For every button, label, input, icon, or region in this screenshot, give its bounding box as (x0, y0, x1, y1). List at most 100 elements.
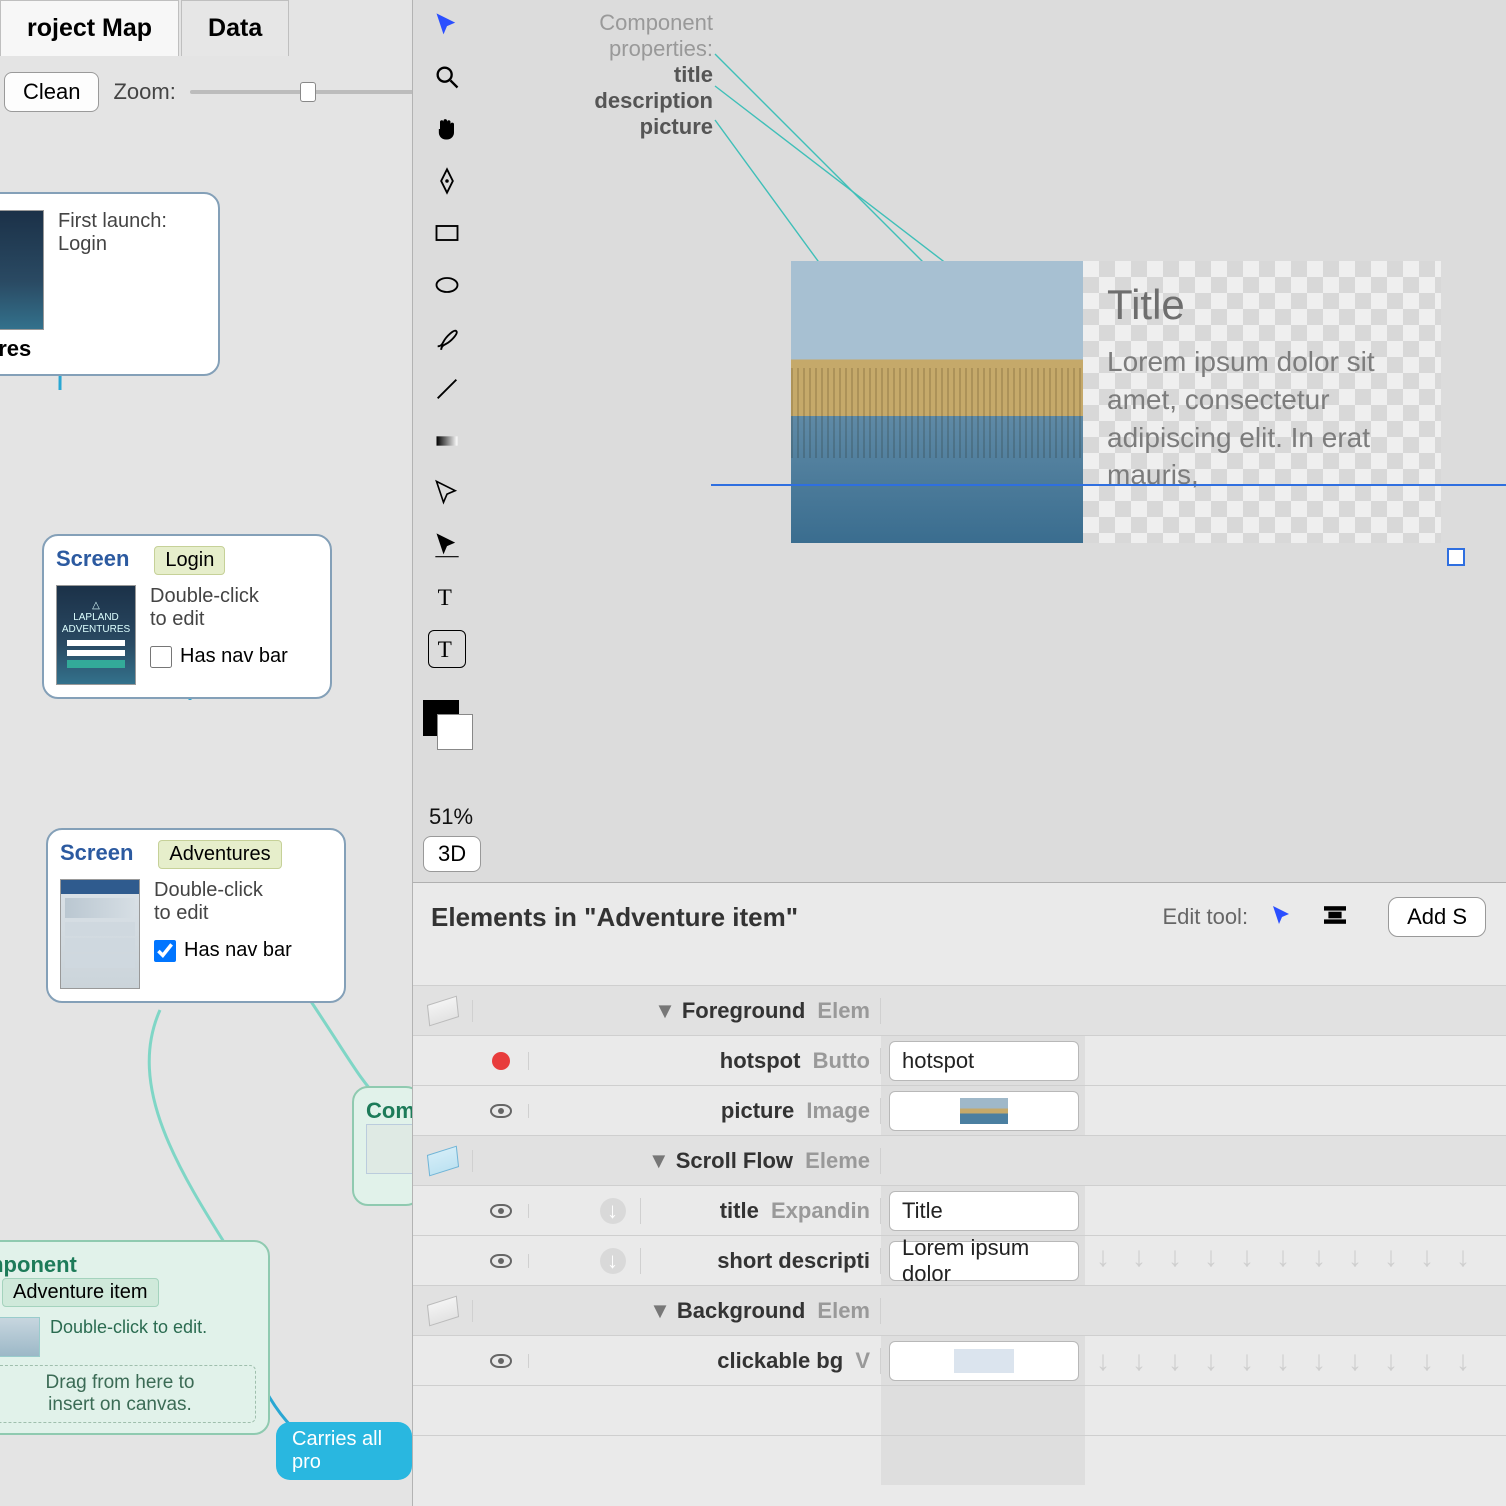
node-hint: Double-click (154, 879, 292, 902)
first-launch-label: First launch: (58, 210, 167, 233)
node-adventure-item[interactable]: mponent Adventure item Double-click to e… (0, 1240, 270, 1435)
checkbox-icon[interactable] (154, 940, 176, 962)
edit-tool-cursor-icon[interactable] (1268, 904, 1300, 930)
section-label: Background (677, 1298, 805, 1323)
bg-swatch-icon (954, 1349, 1014, 1373)
add-state-button[interactable]: Add S (1388, 897, 1486, 937)
rect-tool-icon[interactable] (428, 214, 466, 252)
zoom-slider[interactable] (190, 90, 440, 94)
selection-handle[interactable] (1447, 548, 1465, 566)
svg-text:T: T (438, 585, 452, 611)
node-kind-label: Screen (56, 546, 129, 571)
row-clickable-bg[interactable]: clickable bg V (413, 1335, 1506, 1385)
edit-tool-align-icon[interactable] (1320, 904, 1352, 930)
node-start[interactable]: First launch: Login ntures (0, 192, 220, 376)
visibility-icon[interactable] (490, 1204, 512, 1218)
zoom-tool-icon[interactable] (428, 58, 466, 96)
flow-down-icon[interactable]: ↓ (600, 1198, 626, 1224)
row-label: clickable bg (717, 1348, 843, 1373)
svg-text:T: T (438, 637, 452, 663)
3d-button[interactable]: 3D (423, 836, 481, 872)
node-adventures-name[interactable]: Adventures (158, 840, 281, 869)
thumbnail-icon: △LAPLANDADVENTURES (56, 585, 136, 685)
drag-hint: Drag from here to (0, 1372, 245, 1394)
disclosure-icon[interactable]: ▼ (649, 1298, 671, 1323)
carries-tag[interactable]: Carries all pro (276, 1422, 412, 1480)
row-sub: V (855, 1348, 870, 1373)
ellipse-tool-icon[interactable] (428, 266, 466, 304)
design-canvas[interactable]: T T 51% 3D Component properties: title d… (412, 0, 1506, 882)
row-hotspot[interactable]: hotspot Butto hotspot (413, 1035, 1506, 1085)
path-select-tool-icon[interactable] (428, 526, 466, 564)
record-dot-icon[interactable] (492, 1052, 510, 1070)
has-navbar-checkbox[interactable]: Has nav bar (150, 645, 288, 668)
select-tool-icon[interactable] (428, 6, 466, 44)
row-sub: Butto (813, 1048, 870, 1073)
disclosure-icon[interactable]: ▼ (648, 1148, 670, 1173)
thumbnail-icon (60, 879, 140, 989)
has-navbar-label: Has nav bar (180, 645, 288, 668)
first-launch-value: Login (58, 233, 167, 256)
tab-project-map[interactable]: roject Map (0, 0, 179, 56)
row-title-value[interactable]: Title (889, 1191, 1079, 1231)
component-preview[interactable]: Title Lorem ipsum dolor sit amet, consec… (791, 261, 1441, 543)
gradient-tool-icon[interactable] (428, 422, 466, 460)
node-kind-label: Screen (60, 840, 133, 865)
text-tool-icon[interactable]: T (428, 578, 466, 616)
tool-palette: T T (423, 6, 471, 668)
background-color-swatch[interactable] (437, 714, 473, 750)
row-shortdesc-value[interactable]: Lorem ipsum dolor (889, 1241, 1079, 1281)
row-sub: Image (806, 1098, 870, 1123)
node-login[interactable]: Screen Login △LAPLANDADVENTURES Double-c… (42, 534, 332, 699)
section-sub: Eleme (805, 1148, 870, 1173)
brush-tool-icon[interactable] (428, 318, 466, 356)
clean-button[interactable]: Clean (4, 72, 99, 112)
section-label: Foreground (682, 998, 805, 1023)
row-picture-value[interactable] (889, 1091, 1079, 1131)
row-label: hotspot (720, 1048, 801, 1073)
tab-bar: roject Map Data (0, 0, 291, 56)
hand-tool-icon[interactable] (428, 110, 466, 148)
text-box-tool-icon[interactable]: T (428, 630, 466, 668)
preview-title: Title (1107, 281, 1417, 329)
section-sub: Elem (817, 998, 870, 1023)
visibility-icon[interactable] (490, 1254, 512, 1268)
row-short-description[interactable]: ↓ short descripti Lorem ipsum dolor (413, 1235, 1506, 1285)
checkbox-icon[interactable] (150, 646, 172, 668)
drag-insert-target[interactable]: Drag from here to insert on canvas. (0, 1365, 256, 1423)
section-label: Scroll Flow (676, 1148, 793, 1173)
flow-down-icon[interactable]: ↓ (600, 1248, 626, 1274)
component-properties-header: Component properties: (503, 10, 713, 62)
row-hotspot-value[interactable]: hotspot (889, 1041, 1079, 1081)
section-scroll-flow[interactable]: ▼Scroll Flow Eleme (413, 1135, 1506, 1185)
has-navbar-checkbox[interactable]: Has nav bar (154, 939, 292, 962)
node-start-name: ntures (0, 336, 206, 362)
visibility-icon[interactable] (490, 1104, 512, 1118)
row-clickbg-value[interactable] (889, 1341, 1079, 1381)
node-adventure-item-name[interactable]: Adventure item (2, 1278, 159, 1307)
direct-select-tool-icon[interactable] (428, 474, 466, 512)
node-adventures[interactable]: Screen Adventures Double-click to edit H… (46, 828, 346, 1003)
color-swatches[interactable] (423, 700, 473, 750)
section-background[interactable]: ▼Background Elem (413, 1285, 1506, 1335)
picture-thumb-icon (960, 1098, 1008, 1124)
project-map-canvas: roject Map Data Clean Zoom: First launch… (0, 0, 412, 1506)
component-properties: Component properties: title description … (503, 10, 713, 140)
pen-tool-icon[interactable] (428, 162, 466, 200)
node-hint: to edit (150, 608, 288, 631)
preview-body: Lorem ipsum dolor sit amet, consectetur … (1107, 343, 1417, 494)
layers-icon (426, 1295, 458, 1326)
zoom-slider-handle[interactable] (300, 82, 316, 102)
preview-text-area: Title Lorem ipsum dolor sit amet, consec… (1083, 261, 1441, 543)
row-title[interactable]: ↓ title Expandin Title (413, 1185, 1506, 1235)
visibility-icon[interactable] (490, 1354, 512, 1368)
line-tool-icon[interactable] (428, 370, 466, 408)
tab-data[interactable]: Data (181, 0, 289, 56)
has-navbar-label: Has nav bar (184, 939, 292, 962)
layers-icon (426, 1145, 458, 1176)
disclosure-icon[interactable]: ▼ (654, 998, 676, 1023)
row-empty (413, 1435, 1506, 1485)
row-picture[interactable]: picture Image (413, 1085, 1506, 1135)
section-foreground[interactable]: ▼Foreground Elem (413, 985, 1506, 1035)
node-login-name[interactable]: Login (154, 546, 225, 575)
